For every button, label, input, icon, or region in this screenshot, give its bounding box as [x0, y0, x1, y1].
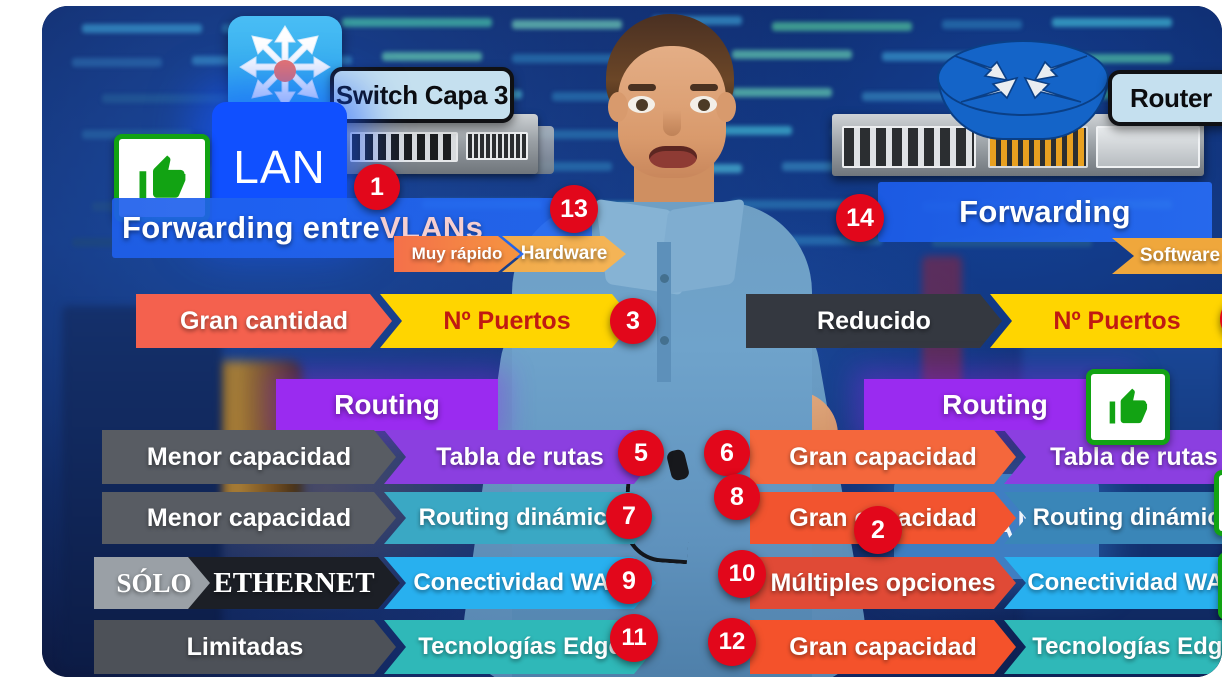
annotation-badge-10-label: 10 [728, 560, 756, 587]
row-puertos-left-value-label: Gran cantidad [179, 306, 349, 335]
row-tabla-left-value: Menor capacidad [102, 430, 396, 484]
row-dinamico-right-label: Routing dinámico [1004, 492, 1222, 544]
annotation-badge-6[interactable]: 6 [704, 430, 750, 476]
router-blank-panel [1096, 126, 1200, 168]
forwarding-right-title: Forwarding [959, 194, 1131, 229]
switch-capa3-icon [228, 16, 342, 116]
row-conectividad-left-value-label: SÓLO [116, 567, 192, 598]
presenter-ear-left [608, 92, 628, 122]
annotation-badge-9-label: 9 [622, 566, 636, 595]
presenter-shirt-placket [657, 242, 671, 382]
switch-name-tag: Switch Capa 3 [330, 67, 514, 123]
row-edge-left-label-text: Tecnologías Edge [418, 633, 622, 660]
annotation-badge-13[interactable]: 13 [550, 185, 598, 233]
annotation-badge-3-label: 3 [626, 306, 640, 335]
annotation-badge-14-label: 14 [846, 203, 874, 232]
chip-muy-rapido: Muy rápido [394, 236, 520, 272]
row-edge-right-label: Tecnologías Edge [1004, 620, 1222, 674]
annotation-badge-2[interactable]: 2 [854, 506, 902, 554]
thumbs-up-icon [1214, 470, 1222, 536]
annotation-badge-13-label: 13 [560, 194, 588, 223]
row-conectividad-left-value2: ETHERNET [188, 557, 400, 609]
routing-header-left-label: Routing [334, 389, 440, 420]
annotation-badge-14[interactable]: 14 [836, 194, 884, 242]
row-dinamico-left-label-text: Routing dinámico [418, 504, 622, 531]
annotation-badge-10[interactable]: 10 [718, 550, 766, 598]
row-conectividad-left-label-text: Conectividad WAN [413, 569, 627, 596]
row-conectividad-left-value2-label: ETHERNET [213, 566, 375, 599]
row-edge-left-value-label: Limitadas [186, 632, 304, 661]
router-icon [937, 40, 1109, 140]
row-puertos-right-value: Reducido [746, 294, 1002, 348]
annotation-badge-11-label: 11 [621, 624, 647, 651]
row-conectividad-right-label-text: Conectividad WAN [1027, 569, 1222, 596]
row-edge-left-value: Limitadas [94, 620, 396, 674]
row-tabla-right-value-label: Gran capacidad [789, 442, 977, 471]
row-edge-right-label-text: Tecnologías Edge [1032, 633, 1222, 660]
annotation-badge-2-label: 2 [871, 515, 885, 544]
annotation-badge-8-label: 8 [730, 482, 744, 511]
row-conectividad-right-value-label: Múltiples opciones [770, 568, 996, 597]
annotation-badge-5[interactable]: 5 [618, 430, 664, 476]
row-dinamico-right-label-text: Routing dinámico [1032, 504, 1222, 531]
presenter-ear-right [716, 92, 736, 122]
row-puertos-left-value: Gran cantidad [136, 294, 392, 348]
router-name-tag: Router [1108, 70, 1222, 126]
row-puertos-left-label: Nº Puertos [380, 294, 634, 348]
switch-name-tag-label: Switch Capa 3 [335, 79, 509, 110]
row-dinamico-left-value: Menor capacidad [102, 492, 396, 544]
router-port-bank [842, 126, 976, 168]
row-conectividad-right-label: Conectividad WAN [1004, 557, 1222, 609]
row-puertos-right-label-text: Nº Puertos [1053, 306, 1181, 335]
annotation-badge-7[interactable]: 7 [606, 493, 652, 539]
annotation-badge-9[interactable]: 9 [606, 558, 652, 604]
chip-hardware-label: Hardware [520, 243, 608, 264]
presenter-mouth [649, 146, 697, 168]
row-tabla-left-label-text: Tabla de rutas [436, 442, 604, 471]
annotation-badge-3[interactable]: 3 [610, 298, 656, 344]
row-puertos-left-label-text: Nº Puertos [443, 306, 571, 335]
presenter-shirt-button [660, 274, 669, 283]
annotation-badge-1-label: 1 [370, 172, 384, 201]
row-tabla-left-value-label: Menor capacidad [146, 442, 352, 471]
row-conectividad-right-value: Múltiples opciones [750, 557, 1016, 609]
annotation-badge-12[interactable]: 12 [708, 618, 756, 666]
background-panel-left [62, 306, 222, 666]
thumbs-up-icon [1086, 369, 1170, 445]
row-puertos-right-value-label: Reducido [817, 306, 931, 335]
presenter-nose [663, 110, 681, 136]
forwarding-band-right: Forwarding [878, 182, 1212, 242]
router-name-tag-label: Router [1130, 82, 1212, 113]
presenter-iris-right [698, 99, 710, 111]
row-tabla-right-label-text: Tabla de rutas [1050, 442, 1218, 471]
annotation-badge-7-label: 7 [622, 501, 636, 530]
annotation-badge-11[interactable]: 11 [610, 614, 658, 662]
switch-uplink-bank [466, 132, 528, 160]
annotation-badge-12-label: 12 [718, 628, 746, 655]
row-dinamico-left-value-label: Menor capacidad [146, 503, 352, 532]
screenshot-root: Switch Capa 3 Router LAN WAN Forwarding … [0, 0, 1232, 683]
annotation-badge-8[interactable]: 8 [714, 474, 760, 520]
presenter-iris-left [636, 99, 648, 111]
scope-lan-label: LAN [233, 141, 326, 193]
routing-header-left: Routing [276, 379, 498, 431]
annotation-badge-1[interactable]: 1 [354, 164, 400, 210]
thumbs-up-icon [1218, 552, 1222, 620]
row-edge-right-value: Gran capacidad [750, 620, 1016, 674]
video-player-frame[interactable]: Switch Capa 3 Router LAN WAN Forwarding … [42, 6, 1222, 677]
forwarding-left-title: Forwarding entre [122, 210, 380, 245]
chip-software-label: Software [1139, 245, 1221, 266]
row-tabla-left-label: Tabla de rutas [384, 430, 656, 484]
row-edge-right-value-label: Gran capacidad [789, 632, 977, 661]
chip-muy-rapido-label: Muy rápido [411, 244, 503, 263]
presenter-eyebrow-left [628, 84, 656, 91]
presenter-shirt-button [660, 336, 669, 345]
row-tabla-right-value: Gran capacidad [750, 430, 1016, 484]
switch-port-bank [350, 132, 458, 162]
presenter-eyebrow-right [690, 84, 718, 91]
row-puertos-right-label: Nº Puertos [990, 294, 1222, 348]
routing-header-right-label: Routing [942, 389, 1048, 420]
annotation-badge-6-label: 6 [720, 438, 734, 467]
annotation-badge-5-label: 5 [634, 438, 648, 467]
